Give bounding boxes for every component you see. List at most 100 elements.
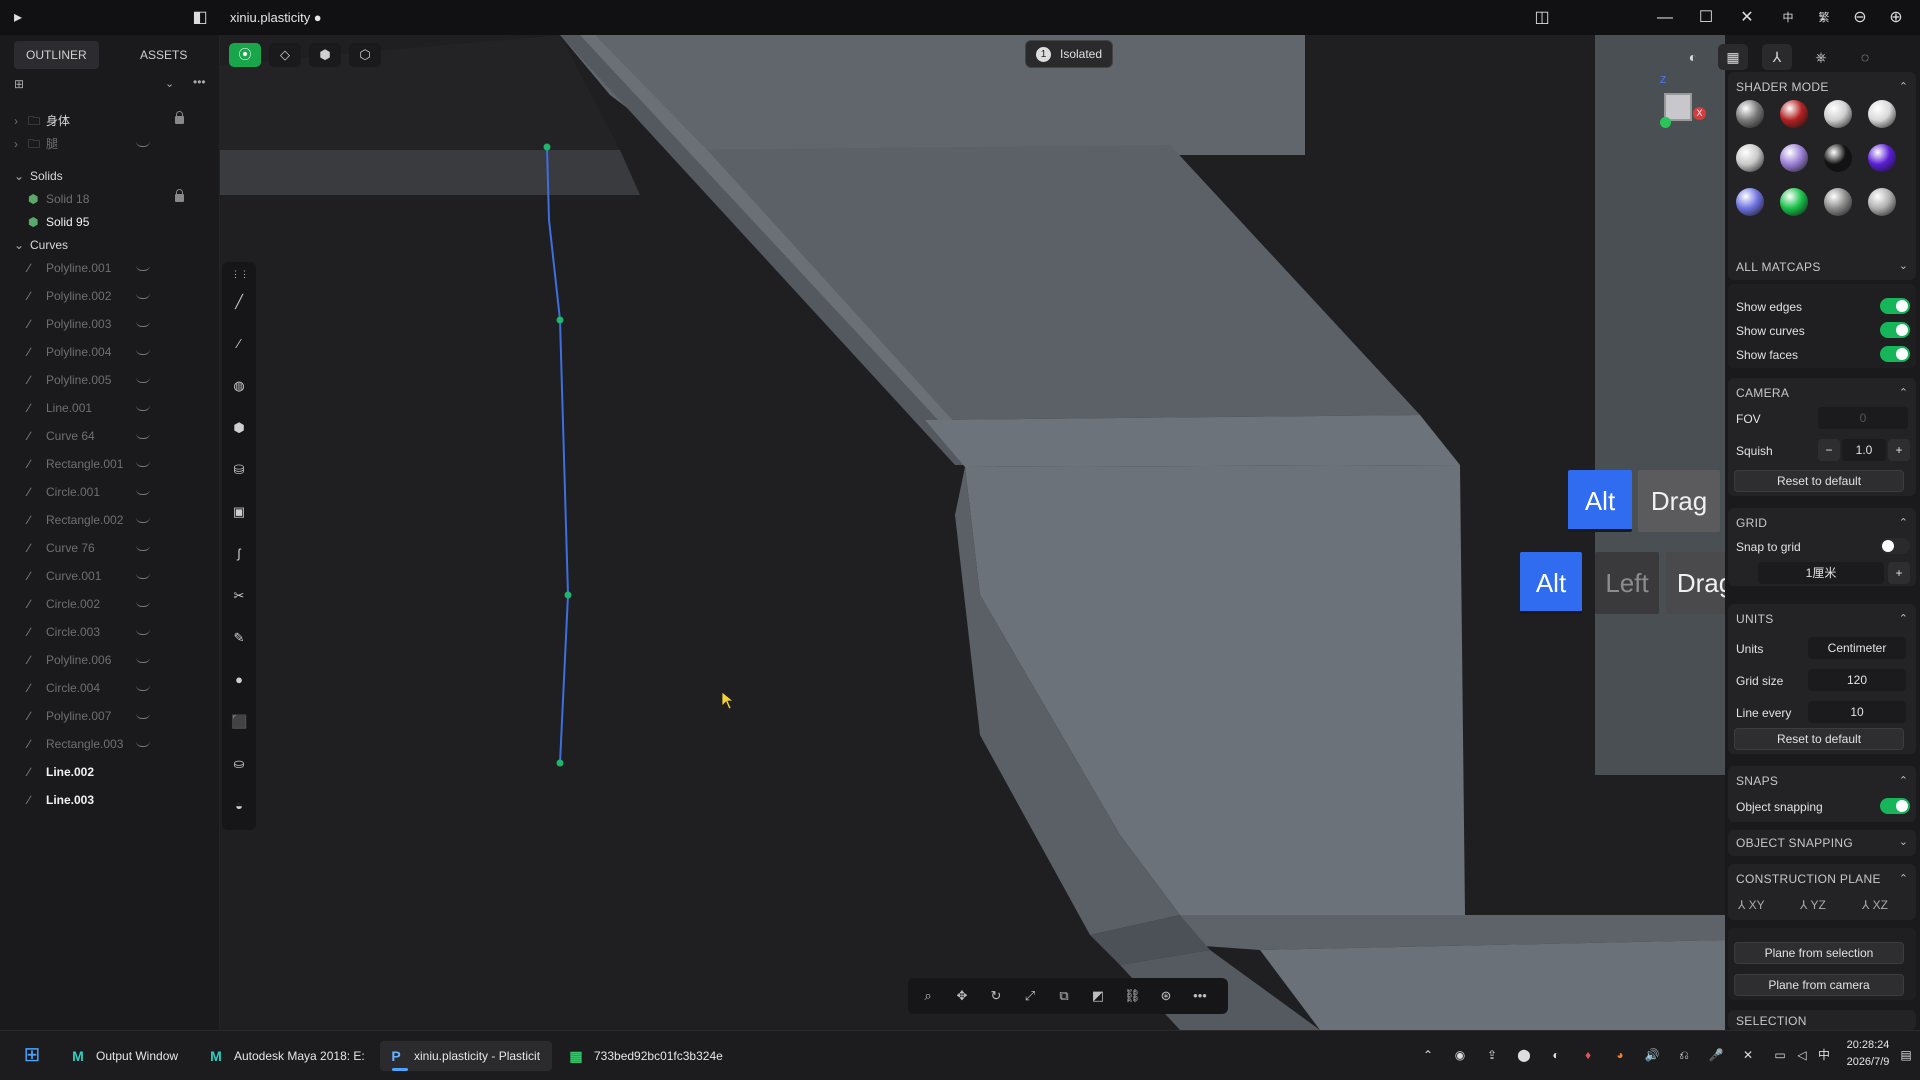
zoom-out-icon[interactable]: ⊖ [1850, 8, 1870, 28]
list-item[interactable]: ∕ Line.002 [0, 758, 220, 786]
visibility-icon[interactable] [136, 489, 150, 495]
volume-icon[interactable]: 🔊 [1644, 1047, 1660, 1063]
matcap-swatch[interactable] [1824, 144, 1852, 172]
link-icon[interactable]: ⛓ [1124, 988, 1141, 1004]
add-folder-icon[interactable]: ⊞ [14, 77, 24, 91]
grid-view-icon[interactable]: ▦ [1718, 44, 1748, 70]
matcap-swatch[interactable] [1736, 188, 1764, 216]
plane-xz-button[interactable]: ⅄ XZ [1862, 898, 1888, 912]
plane-yz-button[interactable]: ⅄ YZ [1800, 898, 1826, 912]
list-item[interactable]: ∕ Line.003 [0, 786, 220, 814]
show-faces-toggle[interactable] [1880, 346, 1910, 362]
tab-outliner[interactable]: OUTLINER [14, 41, 99, 69]
mute-icon[interactable]: ✕ [1740, 1047, 1756, 1063]
steam-icon[interactable]: ◉ [1452, 1047, 1468, 1063]
traditional-icon[interactable]: 繁 [1814, 8, 1834, 28]
matcap-swatch[interactable] [1824, 100, 1852, 128]
list-item[interactable]: ∕ Line.001 [0, 394, 220, 422]
visibility-icon[interactable] [136, 321, 150, 327]
all-matcaps-section[interactable]: ALL MATCAPS ⌄ [1728, 254, 1916, 280]
chevron-down-icon[interactable]: ⌄ [1899, 259, 1908, 272]
list-item[interactable]: ∕ Polyline.005 [0, 366, 220, 394]
line-every-field[interactable]: 10 [1808, 701, 1906, 723]
matcap-swatch[interactable] [1780, 144, 1808, 172]
chevron-up-icon[interactable]: ⌃ [1899, 612, 1908, 625]
fov-field[interactable]: 0 [1818, 407, 1908, 429]
cylinder-tool-icon[interactable]: ⛁ [231, 462, 247, 478]
grid-increment[interactable]: + [1888, 562, 1910, 584]
scale-icon[interactable]: ⤢ [1022, 988, 1038, 1004]
matcap-swatch[interactable] [1868, 188, 1896, 216]
list-item[interactable]: ∕ Polyline.004 [0, 338, 220, 366]
list-item[interactable]: ∕ Circle.001 [0, 478, 220, 506]
visibility-icon[interactable] [136, 573, 150, 579]
list-item[interactable]: ∕ Curve.001 [0, 562, 220, 590]
line-tool-icon[interactable]: ╱ [231, 294, 247, 310]
list-item[interactable]: ∕ Polyline.003 [0, 310, 220, 338]
chevron-up-icon[interactable]: ⌃ [1420, 1047, 1436, 1063]
taskbar-app-plasticity[interactable]: P xiniu.plasticity - Plasticit [380, 1041, 552, 1071]
grid-size-field[interactable]: 120 [1808, 669, 1906, 691]
windows-start-icon[interactable]: ⊞ [20, 1043, 44, 1067]
matcap-swatch[interactable] [1868, 100, 1896, 128]
solid-mode-icon[interactable]: ⬡ [349, 43, 381, 67]
taskbar-app-notepad[interactable]: ▦ 733bed92bc01fc3b324e [560, 1041, 740, 1071]
squish-field[interactable]: 1.0 [1842, 439, 1886, 461]
chevron-up-icon[interactable]: ⌃ [1899, 872, 1908, 885]
grid-spacing-field[interactable]: 1厘米 [1758, 562, 1884, 584]
sphere-tool-icon[interactable]: ● [231, 672, 247, 688]
zoom-in-icon[interactable]: ⊕ [1886, 8, 1906, 28]
list-item[interactable]: ∕ Curve 64 [0, 422, 220, 450]
list-item[interactable]: ∕ Rectangle.003 [0, 730, 220, 758]
list-item[interactable]: ∕ Circle.003 [0, 618, 220, 646]
chevron-up-icon[interactable]: ⌃ [1899, 516, 1908, 529]
lock-icon[interactable] [175, 111, 184, 124]
drag-handle-icon[interactable]: ⋮⋮ [231, 266, 249, 282]
move-icon[interactable]: ✥ [954, 988, 970, 1004]
volume-icon[interactable]: ◁ [1794, 1047, 1810, 1063]
list-item[interactable]: ∕ Polyline.002 [0, 282, 220, 310]
plane-from-camera-button[interactable]: Plane from camera [1734, 974, 1904, 996]
taskbar-app-maya[interactable]: M Autodesk Maya 2018: E: [200, 1041, 370, 1071]
visibility-icon[interactable] [136, 405, 150, 411]
cylinder-solid-icon[interactable]: ⛀ [231, 756, 247, 772]
search-icon[interactable]: ⌕ [920, 988, 936, 1004]
visibility-icon[interactable] [136, 433, 150, 439]
ime-icon[interactable]: 中 [1778, 8, 1798, 28]
polygon-tool-icon[interactable]: ⬢ [231, 420, 247, 436]
usb-icon[interactable]: ⎌ [1676, 1047, 1692, 1063]
orientation-gizmo[interactable]: Z X [1650, 75, 1710, 135]
matcap-swatch[interactable] [1780, 100, 1808, 128]
control-point-mode-icon[interactable]: ⦿ [229, 43, 261, 67]
duplicate-icon[interactable]: ⧉ [1056, 988, 1072, 1004]
maximize-icon[interactable]: ☐ [1696, 8, 1716, 28]
clock-time[interactable]: 20:28:24 [1840, 1039, 1896, 1051]
circle-tool-icon[interactable]: ◍ [231, 378, 247, 394]
layout-icon[interactable]: ◫ [1532, 8, 1552, 28]
matcap-swatch[interactable] [1736, 144, 1764, 172]
matcap-swatch[interactable] [1736, 100, 1764, 128]
snap-to-grid-toggle[interactable] [1880, 538, 1910, 554]
chevron-down-icon[interactable]: ⌄ [1899, 835, 1908, 848]
app-menu-icon[interactable]: ▸ [8, 8, 28, 28]
units-select[interactable]: Centimeter [1808, 637, 1906, 659]
viewport-3d[interactable]: ⦿ ◇ ⬢ ⬡ 1 Isolated Z X [220, 35, 1725, 1030]
selection-section[interactable]: SELECTION [1728, 1010, 1916, 1030]
plane-from-selection-button[interactable]: Plane from selection [1734, 942, 1904, 964]
github-icon[interactable]: ◐ [1548, 1047, 1564, 1063]
list-item[interactable]: ∕ Curve 76 [0, 534, 220, 562]
lock-icon[interactable] [175, 189, 184, 202]
plane-xy-button[interactable]: ⅄ XY [1738, 898, 1765, 912]
mesh-tool-icon[interactable]: ◒ [231, 798, 247, 814]
chevron-up-icon[interactable]: ⌃ [1899, 774, 1908, 787]
network-icon[interactable]: ▭ [1772, 1047, 1788, 1063]
notification-icon[interactable]: ▤ [1898, 1047, 1914, 1063]
list-item[interactable]: ∕ Circle.004 [0, 674, 220, 702]
more-icon[interactable]: ••• [193, 75, 206, 89]
microphone-icon[interactable]: 🎤 [1708, 1047, 1724, 1063]
isolated-badge[interactable]: 1 Isolated [1025, 40, 1113, 68]
camera-reset-button[interactable]: Reset to default [1734, 470, 1904, 492]
matcap-swatch[interactable] [1824, 188, 1852, 216]
ime-icon[interactable]: 中 [1816, 1047, 1832, 1063]
network-icon[interactable]: ⎈ [1806, 44, 1836, 70]
